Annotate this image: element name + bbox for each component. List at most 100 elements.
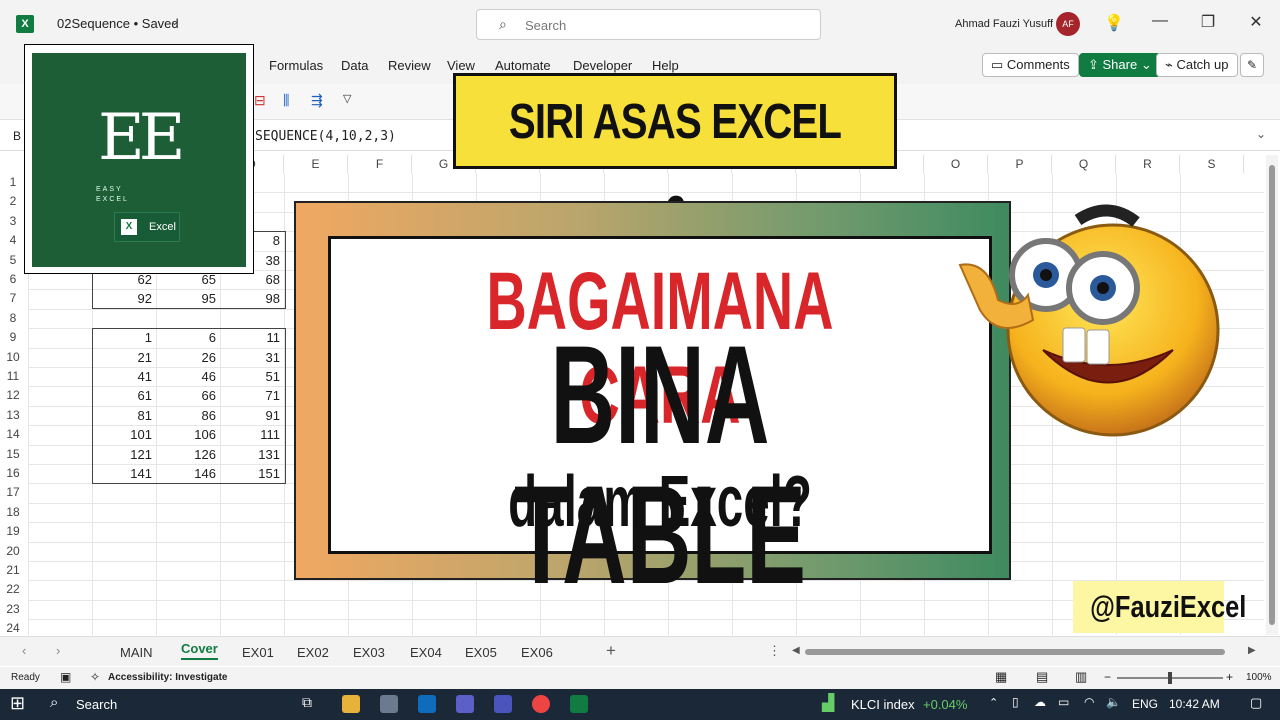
normal-view-icon[interactable]: ▦ [995,669,1007,685]
table-cell[interactable]: 121 [92,445,156,464]
row-header[interactable]: 11 [0,367,26,386]
sheet-tab-ex01[interactable]: EX01 [242,645,274,660]
catch-up-button[interactable]: ⌁ Catch up [1156,53,1238,77]
table-cell[interactable]: 21 [92,348,156,367]
row-header[interactable]: 4 [0,231,26,250]
taskbar-search-icon[interactable]: ⌕ [50,694,58,711]
lightbulb-icon[interactable]: 💡 [1104,13,1124,33]
zoom-out-icon[interactable]: − [1104,670,1111,684]
table-cell[interactable]: 146 [156,464,220,483]
minimize-icon[interactable]: — [1150,12,1170,30]
table-cell[interactable]: 91 [220,406,284,425]
sheet-tab-ex05[interactable]: EX05 [465,645,497,660]
row-header[interactable]: 3 [0,212,26,231]
file-explorer-icon[interactable] [342,695,360,713]
zoom-in-icon[interactable]: + [1226,670,1233,684]
horizontal-scrollbar[interactable] [805,649,1225,655]
table-cell[interactable]: 41 [92,367,156,386]
volume-icon[interactable]: 🔈 [1106,695,1121,709]
menu-review[interactable]: Review [388,58,431,73]
table-cell[interactable]: 95 [156,289,220,308]
table-cell[interactable]: 106 [156,425,220,444]
cloud-icon[interactable]: ☁ [1034,695,1046,709]
row-header[interactable]: 21 [0,561,26,580]
tray-chevron-icon[interactable]: ⌃ [989,696,998,709]
table-cell[interactable]: 86 [156,406,220,425]
chrome-icon[interactable] [532,695,550,713]
expand-formula-icon[interactable]: ⌄ [1256,127,1266,141]
row-header[interactable]: 19 [0,522,26,541]
delete-cells-icon[interactable]: ⊟ [254,92,266,109]
row-header[interactable]: 7 [0,289,26,308]
notification-icon[interactable]: ▢ [1250,695,1262,711]
table-cell[interactable]: 66 [156,386,220,405]
accessibility-status[interactable]: Accessibility: Investigate [108,672,228,683]
row-header[interactable]: 14 [0,425,26,444]
column-header[interactable]: P [988,155,1052,173]
language-indicator[interactable]: ENG [1132,697,1158,711]
row-header[interactable]: 18 [0,503,26,522]
excel-taskbar-icon[interactable] [570,695,588,713]
zoom-level[interactable]: 100% [1246,672,1272,683]
share-button[interactable]: ⇪ Share ⌄ [1079,53,1161,77]
menu-developer[interactable]: Developer [573,58,632,73]
row-header[interactable]: 1 [0,173,26,192]
scroll-left-icon[interactable]: ◀ [792,645,800,656]
search-box[interactable]: ⌕ Search [476,9,821,40]
menu-data[interactable]: Data [341,58,368,73]
name-box[interactable]: B [13,129,21,143]
row-header[interactable]: 8 [0,309,26,328]
scroll-right-icon[interactable]: ▶ [1248,645,1256,656]
column-header[interactable]: Q [1052,155,1116,173]
table-cell[interactable]: 126 [156,445,220,464]
table-cell[interactable]: 1 [92,328,156,347]
row-header[interactable]: 6 [0,270,26,289]
row-header[interactable]: 12 [0,386,26,405]
sheet-tab-ex06[interactable]: EX06 [521,645,553,660]
next-sheet-icon[interactable]: › [56,643,60,658]
teams-icon[interactable] [456,695,474,713]
row-header[interactable]: 9 [0,328,26,347]
row-header[interactable]: 13 [0,406,26,425]
teams-work-icon[interactable] [494,695,512,713]
menu-automate[interactable]: Automate [495,58,551,73]
comments-button[interactable]: ▭ Comments [982,53,1079,77]
insert-column-icon[interactable]: ⫼ [283,92,289,109]
restore-icon[interactable]: ❐ [1198,12,1218,32]
table-cell[interactable]: 81 [92,406,156,425]
more-options-icon[interactable]: ⋮ [768,643,781,659]
menu-formulas[interactable]: Formulas [269,58,323,73]
table-cell[interactable]: 26 [156,348,220,367]
outlook-icon[interactable] [418,695,436,713]
wifi-icon[interactable]: ◠ [1084,695,1094,709]
table-cell[interactable]: 61 [92,386,156,405]
task-view-icon[interactable]: ⧉ [302,694,312,711]
table-cell[interactable]: 151 [220,464,284,483]
add-sheet-icon[interactable]: + [606,641,616,661]
column-header[interactable]: S [1180,155,1244,173]
page-break-icon[interactable]: ▥ [1075,669,1087,685]
row-header[interactable]: 15 [0,445,26,464]
row-header[interactable]: 16 [0,464,26,483]
scroll-thumb[interactable] [1269,165,1275,625]
vertical-scrollbar[interactable] [1266,155,1278,635]
column-header[interactable]: E [284,155,348,173]
sheet-tab-ex02[interactable]: EX02 [297,645,329,660]
table-cell[interactable]: 131 [220,445,284,464]
formula-input[interactable]: SEQUENCE(4,10,2,3) [255,129,396,144]
sheet-tab-main[interactable]: MAIN [120,645,153,660]
table-cell[interactable]: 101 [92,425,156,444]
row-header[interactable]: 5 [0,251,26,270]
table-cell[interactable]: 92 [92,289,156,308]
table-cell[interactable]: 71 [220,386,284,405]
table-cell[interactable]: 11 [220,328,284,347]
tray-device-icon[interactable]: ▯ [1012,695,1019,709]
document-title[interactable]: 02Sequence • Saved [57,16,179,31]
zoom-slider-thumb[interactable] [1168,672,1172,684]
prev-sheet-icon[interactable]: ‹ [22,643,26,658]
clock[interactable]: 10:42 AM [1169,697,1220,711]
column-header[interactable]: F [348,155,412,173]
column-header[interactable]: O [924,155,988,173]
page-layout-icon[interactable]: ▤ [1036,669,1048,685]
row-header[interactable]: 10 [0,348,26,367]
